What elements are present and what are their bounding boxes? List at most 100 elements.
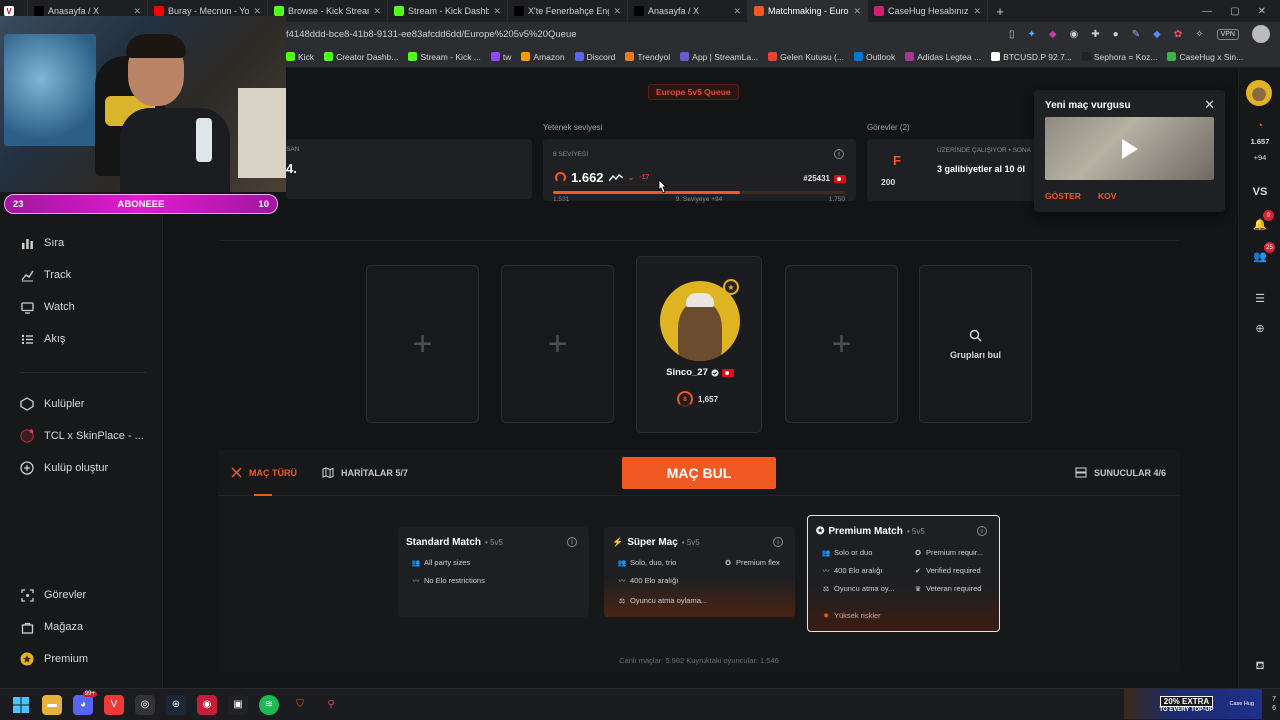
browser-tab[interactable]: Stream - Kick Dashboard ✕ — [388, 0, 508, 22]
app-icon[interactable]: ◉ — [197, 694, 217, 715]
browser-tab[interactable]: X'te Fenerbahçe English: "S ✕ — [508, 0, 628, 22]
puzzle-icon[interactable]: ✧ — [1195, 29, 1203, 40]
tab-match-type[interactable]: MAÇ TÜRÜ — [231, 467, 297, 478]
browser-tab[interactable]: Browse - Kick Streaming ✕ — [268, 0, 388, 22]
add-friend-icon[interactable]: ⊕ — [1253, 322, 1267, 336]
find-groups-slot[interactable]: Grupları bul — [919, 265, 1032, 423]
bookmark-item[interactable]: Stream - Kick ... — [408, 52, 481, 62]
sidebar-item-club-tcl[interactable]: TCL x SkinPlace - ... — [20, 429, 144, 443]
browser-tab[interactable]: CaseHug Hesabınız – Envar ✕ — [868, 0, 988, 22]
bookmark-item[interactable]: Creator Dashb... — [324, 52, 398, 62]
tab-close-icon[interactable]: ✕ — [733, 6, 741, 17]
discord-icon[interactable]: ◕ 99+ — [73, 690, 97, 715]
bookmark-item[interactable]: Amazon — [521, 52, 565, 62]
file-explorer-icon[interactable]: ▬ — [42, 694, 62, 715]
close-icon[interactable]: ✕ — [1204, 97, 1215, 113]
profile-avatar[interactable] — [1252, 25, 1270, 43]
windows-start-icon[interactable] — [11, 695, 31, 715]
browser-tab[interactable]: Matchmaking - Europe 5v5 ✕ — [748, 0, 868, 22]
tab-title: X'te Fenerbahçe English: "S — [528, 6, 609, 16]
versus-button[interactable]: VS — [1239, 186, 1280, 198]
faceit-icon[interactable]: ⛉ — [290, 695, 310, 715]
dismiss-highlight-button[interactable]: KOV — [1098, 191, 1116, 201]
sidebar-item-magaza[interactable]: Mağaza — [20, 620, 83, 634]
close-window-icon[interactable]: ✕ — [1258, 6, 1266, 17]
bookmark-item[interactable]: Discord — [574, 52, 615, 62]
bookmark-item[interactable]: tw — [490, 52, 511, 62]
party-slot-empty[interactable]: + — [785, 265, 898, 423]
mode-card-standard[interactable]: Standard Match • 5v5 i 👥 All party sizes … — [398, 527, 589, 617]
steam-icon[interactable]: ⊛ — [166, 694, 186, 715]
extension-icon[interactable]: ✚ — [1091, 29, 1099, 40]
extension-icon[interactable]: ◉ — [1070, 29, 1079, 40]
find-match-button[interactable]: MAÇ BUL — [622, 457, 776, 489]
party-slot-player[interactable]: ★ Sinco_27 8 1,657 — [636, 256, 762, 433]
bookmark-item[interactable]: App | StreamLa... — [680, 52, 758, 62]
bookmark-item[interactable]: Kick — [286, 52, 314, 62]
sidebar-item-clubs[interactable]: Kulüpler — [20, 397, 84, 411]
bookmark-item[interactable]: BTCUSD.P 92.7... — [991, 52, 1072, 62]
tab-close-icon[interactable]: ✕ — [613, 6, 621, 17]
friends-icon[interactable]: 👥 — [1253, 250, 1267, 264]
casehug-promo-banner[interactable]: 20% EXTRA TO EVERY TOP-UP Case Hug — [1124, 689, 1262, 719]
sidebar-item-watch[interactable]: Watch — [20, 300, 75, 314]
bookmark-item[interactable]: Outlook — [853, 52, 895, 62]
sidebar-item-akis[interactable]: Akış — [20, 332, 65, 346]
party-list-icon[interactable]: ☰ — [1253, 292, 1267, 306]
tasks-card[interactable]: F 200 ÜZERİNDE ÇALIŞIYOR • SONA 3 galibi… — [867, 139, 1037, 201]
bookmark-icon[interactable]: ▯ — [1009, 29, 1015, 40]
spotify-icon[interactable]: ≋ — [259, 694, 279, 715]
info-icon[interactable]: i — [977, 526, 987, 536]
extension-icon[interactable]: ✿ — [1174, 29, 1182, 40]
tab-close-icon[interactable]: ✕ — [973, 6, 981, 17]
epic-icon[interactable]: ▣ — [228, 694, 248, 715]
tab-close-icon[interactable]: ✕ — [853, 6, 861, 17]
shop-cart-icon[interactable]: ⛾ — [1253, 660, 1267, 674]
bookmark-item[interactable]: Trendyol — [625, 52, 670, 62]
show-highlight-button[interactable]: GÖSTER — [1045, 191, 1081, 201]
info-icon[interactable]: i — [567, 537, 577, 547]
sidebar-item-sira[interactable]: Sıra — [20, 236, 64, 250]
rail-avatar[interactable] — [1246, 80, 1272, 106]
highlight-thumbnail[interactable] — [1045, 117, 1214, 180]
bookmark-item[interactable]: Gelen Kutusu (... — [768, 52, 844, 62]
vpn-toggle[interactable]: VPN — [1216, 28, 1239, 40]
obs-icon[interactable]: ◎ — [135, 694, 155, 715]
mode-feature: 〰 400 Elo aralığı — [822, 566, 883, 575]
bookmark-item[interactable]: Sephora = Koz... — [1081, 52, 1157, 62]
info-icon[interactable]: i — [834, 149, 844, 159]
info-icon[interactable]: i — [773, 537, 783, 547]
extension-icon[interactable]: ✦ — [1027, 29, 1035, 40]
skill-level-card[interactable]: 8 SEVİYESİ i 1.662 ⌄ -17 #25431 1.531 9.… — [543, 139, 856, 203]
maximize-icon[interactable]: ▢ — [1230, 6, 1239, 17]
tab-close-icon[interactable]: ✕ — [133, 6, 141, 17]
tray-clock[interactable]: 7 6 — [1272, 695, 1276, 713]
extension-icon[interactable]: ◆ — [1049, 29, 1057, 40]
tab-close-icon[interactable]: ✕ — [493, 6, 501, 17]
extension-icon[interactable]: ● — [1113, 29, 1119, 40]
tab-maps[interactable]: HARİTALAR 5/7 — [322, 467, 408, 478]
sidebar-item-gorevler[interactable]: Görevler — [20, 588, 86, 602]
browser-tab[interactable]: Anasayfa / X ✕ — [628, 0, 748, 22]
pin-icon[interactable]: ⚲ — [321, 695, 341, 715]
bookmark-item[interactable]: Adidas Legtea ... — [905, 52, 981, 62]
mode-card-super[interactable]: ⚡ Süper Maç • 5v5 i 👥 Solo, duo, trio ✪ Pr… — [604, 527, 795, 617]
new-tab-button[interactable]: + — [988, 4, 1012, 19]
url-field[interactable]: f4148ddd-bce8-41b8-9131-ee83afcdd6dd/Eur… — [286, 29, 577, 40]
extension-icon[interactable]: ✎ — [1132, 29, 1140, 40]
sidebar-item-create-club[interactable]: Kulüp oluştur — [20, 461, 108, 475]
tab-servers[interactable]: SUNUCULAR 4/6 — [1075, 467, 1166, 478]
extension-icon[interactable]: ◆ — [1153, 29, 1161, 40]
tab-close-icon[interactable]: ✕ — [373, 6, 381, 17]
sidebar-item-premium[interactable]: Premium — [20, 652, 88, 666]
sidebar-item-track[interactable]: Track — [20, 268, 71, 282]
queue-badge: Europe 5v5 Queue — [648, 84, 739, 100]
party-slot-empty[interactable]: + — [366, 265, 479, 423]
minimize-icon[interactable]: — — [1202, 6, 1212, 17]
mode-card-premium[interactable]: ✪ Premium Match • 5v5 i 👥 Solo or duo ✪ Pr… — [807, 515, 1000, 632]
bookmark-item[interactable]: CaseHug x Sin... — [1167, 52, 1243, 62]
vivaldi-icon[interactable]: V — [104, 694, 124, 715]
verified-icon — [711, 368, 719, 377]
tab-close-icon[interactable]: ✕ — [253, 6, 261, 17]
party-slot-empty[interactable]: + — [501, 265, 614, 423]
